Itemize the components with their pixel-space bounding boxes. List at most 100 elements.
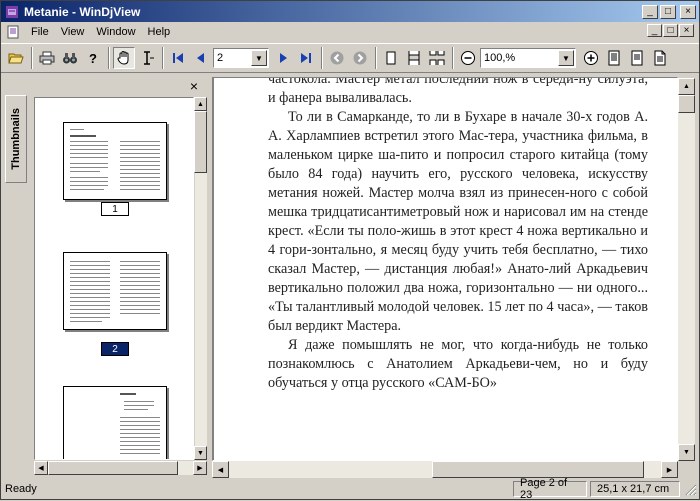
thumbnail-vertical-scrollbar[interactable]: ▲ ▼	[194, 97, 207, 460]
menu-bar: File View Window Help	[1, 22, 699, 42]
zoom-out-icon	[461, 51, 475, 65]
scroll-left-button[interactable]: ◀	[212, 461, 229, 478]
scroll-left-button[interactable]: ◀	[34, 461, 48, 475]
scroll-thumb[interactable]	[432, 461, 644, 478]
previous-page-button[interactable]	[190, 47, 212, 69]
app-icon	[4, 4, 20, 20]
facing-pages-button[interactable]	[426, 47, 448, 69]
document-horizontal-scrollbar[interactable]: ◀ ▶	[212, 461, 678, 478]
printer-icon	[39, 51, 55, 65]
document-text: частокола. Мастер метал последний нож в …	[268, 78, 648, 393]
scroll-right-button[interactable]: ▶	[661, 461, 678, 478]
scroll-thumb[interactable]	[678, 95, 695, 113]
zoom-in-icon	[584, 51, 598, 65]
thumbnail-label-1[interactable]: 1	[101, 202, 129, 216]
page-number-value[interactable]: 2	[214, 52, 251, 64]
paragraph: То ли в Самарканде, то ли в Бухаре в нач…	[268, 109, 648, 334]
close-icon: ×	[189, 78, 199, 94]
thumbnail-page-3[interactable]	[63, 386, 167, 459]
zoom-in-button[interactable]	[580, 47, 602, 69]
thumbnail-horizontal-scrollbar[interactable]: ◀ ▶	[34, 461, 207, 475]
scroll-up-button[interactable]: ▲	[194, 97, 207, 111]
last-page-button[interactable]	[295, 47, 317, 69]
select-tool-button[interactable]	[136, 47, 158, 69]
svg-text:?: ?	[89, 51, 97, 66]
facing-pages-icon	[429, 51, 445, 65]
maximize-icon: □	[664, 5, 672, 17]
document-page: частокола. Мастер метал последний нож в …	[214, 78, 677, 460]
status-text: Ready	[5, 483, 37, 495]
toolbar-separator	[162, 47, 164, 69]
zoom-out-button[interactable]	[457, 47, 479, 69]
fit-page-button[interactable]	[603, 47, 625, 69]
close-icon: ×	[685, 5, 691, 17]
mdi-controls: _ □ ×	[647, 24, 695, 37]
last-page-icon	[301, 53, 311, 63]
scroll-up-button[interactable]: ▲	[678, 78, 695, 95]
mdi-minimize-button[interactable]: _	[647, 24, 662, 37]
actual-size-icon	[654, 50, 666, 66]
continuous-button[interactable]	[403, 47, 425, 69]
scroll-down-button[interactable]: ▼	[678, 444, 695, 461]
tab-thumbnails[interactable]: Thumbnails	[5, 95, 27, 183]
scroll-down-button[interactable]: ▼	[194, 446, 207, 460]
chevron-down-icon[interactable]: ▼	[251, 50, 267, 66]
mdi-restore-button[interactable]: □	[663, 24, 678, 37]
thumbnail-list[interactable]: 1 2	[34, 97, 194, 460]
next-page-button[interactable]	[272, 47, 294, 69]
find-button[interactable]	[59, 47, 81, 69]
toolbar-separator	[452, 47, 454, 69]
title-bar[interactable]: Metanie - WinDjView _ □ ×	[1, 1, 699, 22]
app-window: Metanie - WinDjView _ □ × File View Wind…	[0, 0, 700, 501]
zoom-combo[interactable]: 100,% ▼	[480, 48, 576, 68]
status-page-size: 25,1 x 21,7 cm	[590, 481, 680, 497]
folder-open-icon	[8, 53, 24, 64]
status-bar: Ready Page 2 of 23 25,1 x 21,7 cm	[1, 477, 699, 501]
continuous-pages-icon	[408, 51, 420, 65]
fit-width-icon	[631, 50, 643, 66]
first-page-button[interactable]	[167, 47, 189, 69]
resize-grip-icon[interactable]	[683, 482, 697, 496]
back-button[interactable]	[326, 47, 348, 69]
document-view[interactable]: частокола. Мастер метал последний нож в …	[212, 77, 678, 461]
minimize-button[interactable]: _	[642, 4, 658, 19]
actual-size-button[interactable]	[649, 47, 671, 69]
scroll-right-button[interactable]: ▶	[193, 461, 207, 475]
back-arrow-icon	[330, 51, 344, 65]
mdi-close-button[interactable]: ×	[679, 24, 694, 37]
single-page-icon	[386, 51, 396, 65]
thumbnail-page-1[interactable]	[63, 122, 167, 200]
thumbnails-close-button[interactable]: ×	[187, 78, 201, 94]
menu-view[interactable]: View	[55, 26, 91, 38]
maximize-button[interactable]: □	[660, 4, 676, 19]
tab-thumbnails-label: Thumbnails	[10, 108, 22, 170]
document-vertical-scrollbar[interactable]: ▲ ▼	[678, 78, 695, 461]
menu-help[interactable]: Help	[142, 26, 177, 38]
next-page-icon	[280, 53, 287, 63]
forward-button[interactable]	[349, 47, 371, 69]
fit-width-button[interactable]	[626, 47, 648, 69]
question-mark-icon: ?	[89, 51, 97, 66]
close-button[interactable]: ×	[680, 4, 696, 19]
page-number-combo[interactable]: 2 ▼	[213, 48, 269, 68]
window-title: Metanie - WinDjView	[24, 4, 141, 19]
single-page-button[interactable]	[380, 47, 402, 69]
status-page: Page 2 of 23	[513, 477, 587, 501]
chevron-down-icon[interactable]: ▼	[558, 50, 574, 66]
restore-icon: □	[667, 24, 674, 36]
hand-tool-button[interactable]	[113, 47, 135, 69]
menu-file[interactable]: File	[25, 26, 55, 38]
toolbar-separator	[31, 47, 33, 69]
menu-window[interactable]: Window	[90, 26, 141, 38]
toolbar-separator	[321, 47, 323, 69]
zoom-value[interactable]: 100,%	[481, 52, 558, 64]
document-icon[interactable]	[5, 24, 21, 40]
scroll-thumb[interactable]	[48, 461, 178, 475]
thumbnail-label-2[interactable]: 2	[101, 342, 129, 356]
open-button[interactable]	[5, 47, 27, 69]
thumbnail-page-2[interactable]	[63, 252, 167, 330]
scroll-thumb[interactable]	[194, 111, 207, 173]
print-button[interactable]	[36, 47, 58, 69]
hand-icon	[117, 50, 129, 65]
help-button[interactable]: ?	[82, 47, 104, 69]
